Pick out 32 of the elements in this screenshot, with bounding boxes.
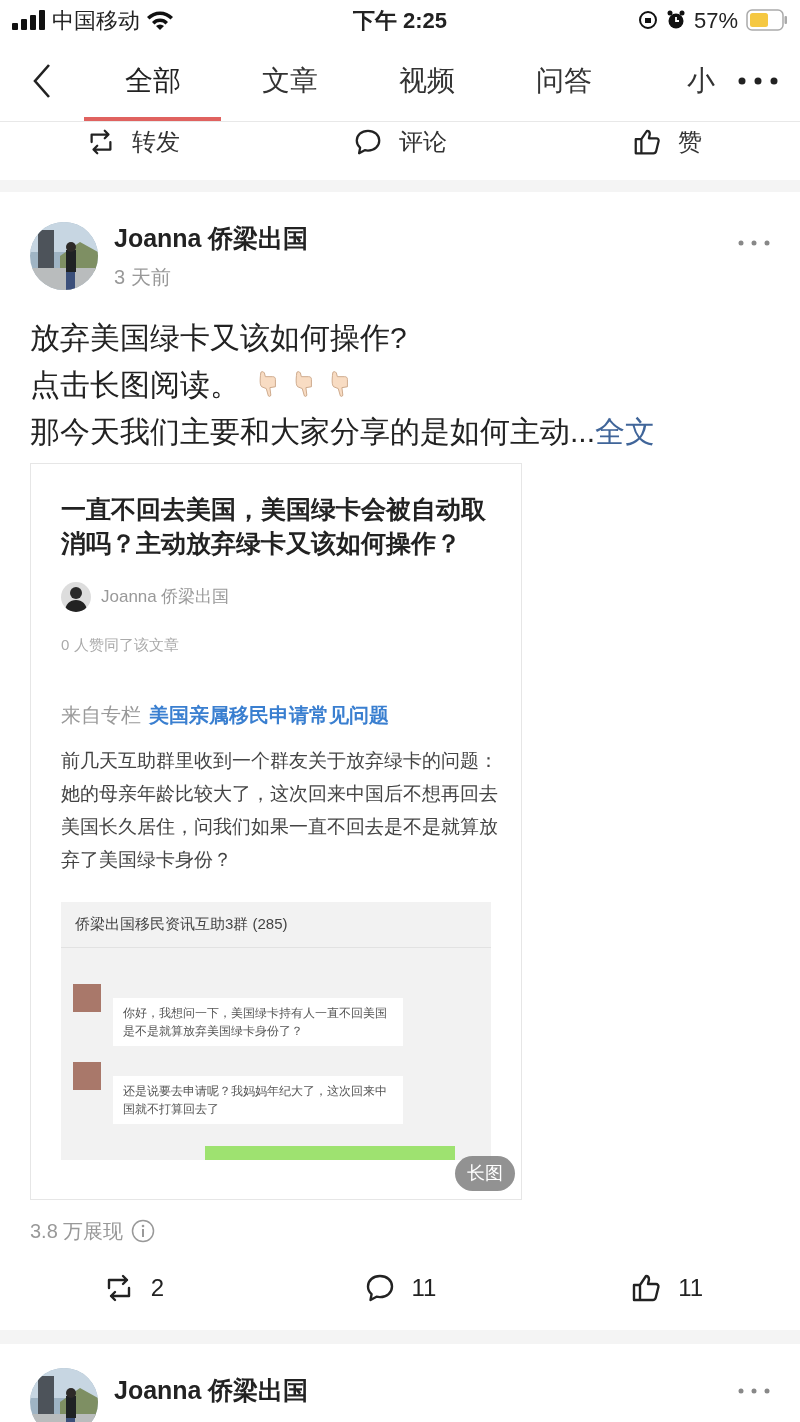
message-bubble: 你好，我想问一下，美国绿卡持有人一直不回美国是不是就算放弃美国绿卡身份了？ <box>113 998 403 1046</box>
column-name: 美国亲属移民申请常见问题 <box>149 703 389 728</box>
category-tab[interactable]: 问答 <box>495 40 632 121</box>
full-text-link[interactable]: 全文 <box>595 414 655 448</box>
article-title: 一直不回去美国，美国绿卡会被自动取消吗？主动放弃绿卡又该如何操作？ <box>61 493 487 559</box>
status-time: 下午 2:25 <box>351 6 449 35</box>
article-likes: 0 人赞同了该文章 <box>61 634 180 655</box>
category-tab[interactable]: 文章 <box>221 40 358 121</box>
post-text: 放弃美国绿卡又该如何操作? <box>30 319 407 356</box>
post-action[interactable]: 2 <box>0 1269 267 1306</box>
post-action[interactable]: 11 <box>533 1269 800 1306</box>
carrier-name: 中国移动 <box>52 6 140 35</box>
post-text: 点击长图阅读。 <box>30 366 240 403</box>
category-tab[interactable]: 全部 <box>84 40 221 121</box>
view-count: 3.8 万展现 <box>30 1218 124 1244</box>
post-action[interactable]: 转发 <box>0 124 267 160</box>
post-time: 3 天前 <box>114 264 172 290</box>
message-bubble: 还是说要去申请呢？我妈妈年纪大了，这次回来中国就不打算回去了 <box>113 1076 403 1124</box>
battery-percent: 57% <box>693 6 738 35</box>
article-author: Joanna 侨梁出国 <box>101 585 230 608</box>
post-text: 那今天我们主要和大家分享的是如何主动...全文 <box>30 413 656 450</box>
column-label: 来自专栏 <box>61 703 141 728</box>
chat-title: 侨梁出国移民资讯互助3群 (285) <box>75 914 288 935</box>
category-tab[interactable]: 视频 <box>358 40 495 121</box>
category-tab[interactable]: 小 <box>632 40 716 121</box>
article-paragraph: 前几天互助群里收到一个群友关于放弃绿卡的问题：她的母亲年龄比较大了，这次回来中国后不想再回去美国长久居住，问我们如果一直不回去是不是就算放弃了美国绿卡身份？ <box>61 749 499 872</box>
post-action[interactable]: 评论 <box>266 124 534 160</box>
author-name[interactable]: Joanna 侨梁出国 <box>114 220 722 258</box>
post-action[interactable]: 11 <box>266 1269 534 1306</box>
author-name[interactable]: Joanna 侨梁出国 <box>114 1371 722 1409</box>
long-image-badge: 长图 <box>455 1155 515 1191</box>
post-action[interactable]: 赞 <box>533 124 800 160</box>
